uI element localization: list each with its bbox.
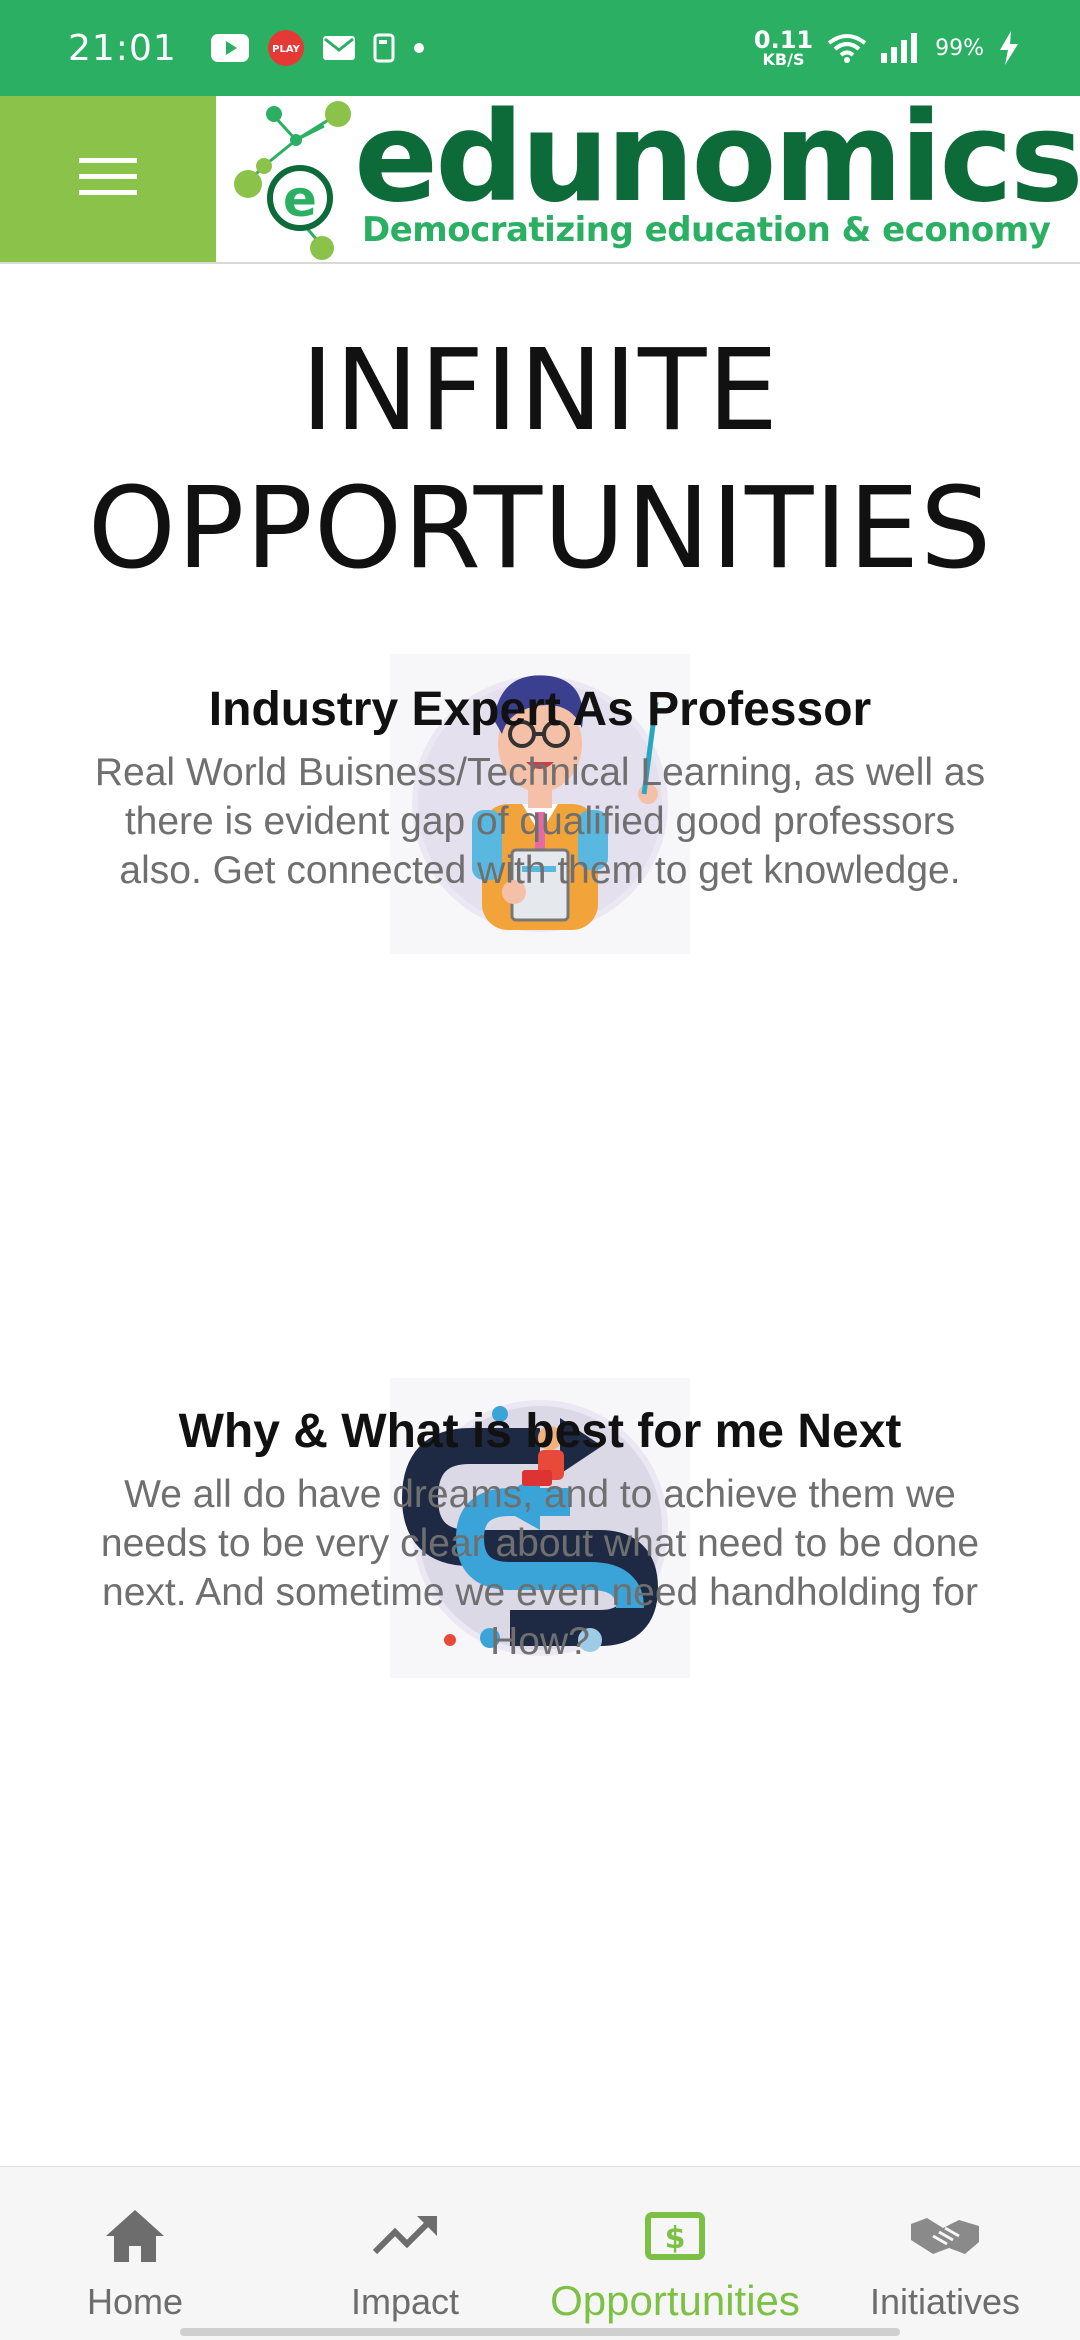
wifi-icon <box>827 33 867 63</box>
charging-icon <box>998 31 1020 65</box>
nav-opportunities-label: Opportunities <box>550 2277 800 2324</box>
signal-icon <box>881 33 921 63</box>
page-title-line1: INFINITE <box>300 326 780 456</box>
hamburger-menu-icon <box>79 157 137 201</box>
trending-up-icon <box>373 2205 437 2267</box>
svg-text:$: $ <box>665 2221 686 2256</box>
youtube-icon <box>210 34 249 62</box>
dot-icon <box>413 42 425 54</box>
handshake-icon <box>909 2205 981 2267</box>
nav-initiatives-label: Initiatives <box>869 2281 1021 2322</box>
app-screen: 21:01 PLAY 0.11 KB/S 99% e edunomics Dem… <box>0 0 1080 2340</box>
network-speed-value: 0.11 <box>753 26 814 54</box>
feature-description-next: We all do have dreams, and to achieve th… <box>100 1473 980 1663</box>
feature-heading-professor: Industry Expert As Professor <box>208 683 872 736</box>
nav-impact-label: Impact <box>350 2281 460 2322</box>
page-title: INFINITE OPPORTUNITIES <box>0 322 1080 598</box>
brand-tagline: Democratizing education & economy <box>362 210 1051 250</box>
nav-home-label: Home <box>86 2281 184 2322</box>
nav-initiatives[interactable]: Initiatives <box>810 2167 1080 2340</box>
page-title-line2: OPPORTUNITIES <box>87 464 993 594</box>
home-icon <box>106 2205 164 2267</box>
app-header: e edunomics Democratizing education & ec… <box>0 96 1080 264</box>
svg-text:e: e <box>283 170 317 228</box>
status-time: 21:01 <box>68 27 177 69</box>
nav-opportunities[interactable]: $ Opportunities <box>540 2167 810 2340</box>
dollar-icon: $ <box>645 2205 705 2267</box>
menu-button[interactable] <box>0 96 216 262</box>
screenshot-icon <box>373 33 395 63</box>
gesture-bar[interactable] <box>180 2328 900 2336</box>
bottom-navigation: Home Impact $ Opportunities Initiatives <box>0 2166 1080 2340</box>
mail-icon <box>322 36 355 60</box>
status-bar: 21:01 PLAY 0.11 KB/S 99% <box>0 0 1080 96</box>
network-speed: 0.11 KB/S <box>754 28 813 68</box>
nav-impact[interactable]: Impact <box>270 2167 540 2340</box>
network-speed-unit: KB/S <box>762 50 805 69</box>
feature-heading-next: Why & What is best for me Next <box>178 1405 902 1458</box>
brand-name: edunomics <box>354 86 1080 230</box>
feature-description-professor: Real World Buisness/Technical Learning, … <box>94 751 986 892</box>
logo-molecule-icon: e <box>234 100 364 265</box>
brand-logo[interactable]: e edunomics Democratizing education & ec… <box>216 96 1080 262</box>
play-store-icon: PLAY <box>267 29 305 67</box>
battery-percent: 99% <box>935 35 984 61</box>
play-badge-text: PLAY <box>272 44 300 55</box>
nav-home[interactable]: Home <box>0 2167 270 2340</box>
